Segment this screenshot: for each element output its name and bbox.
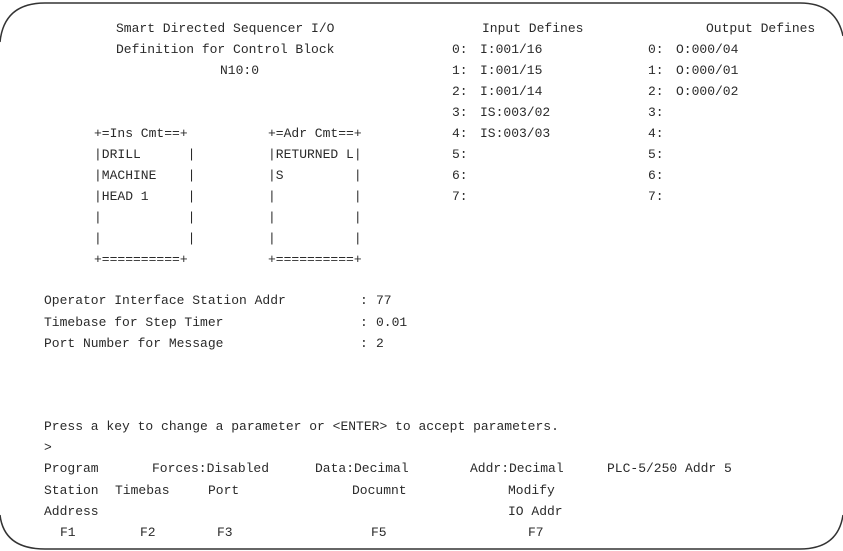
fkey-label: Station bbox=[44, 483, 99, 498]
fkey-label: Modify bbox=[508, 483, 555, 498]
output-define-index: 1: bbox=[648, 63, 664, 78]
input-define-index: 1: bbox=[452, 63, 468, 78]
adr-comment-line[interactable]: | | bbox=[268, 190, 362, 204]
param-separator: : bbox=[360, 293, 368, 308]
param-value[interactable]: 2 bbox=[376, 337, 384, 351]
adr-comment-bottom-border: +==========+ bbox=[268, 252, 362, 267]
output-define-address[interactable]: O:000/04 bbox=[676, 43, 738, 57]
param-label: Timebase for Step Timer bbox=[44, 315, 224, 330]
output-define-index: 7: bbox=[648, 189, 664, 204]
input-define-index: 0: bbox=[452, 42, 468, 57]
input-define-index: 6: bbox=[452, 168, 468, 183]
output-define-address[interactable]: O:000/02 bbox=[676, 85, 738, 99]
adr-comment-top-border: +=Adr Cmt==+ bbox=[268, 126, 362, 141]
ins-comment-top-border: +=Ins Cmt==+ bbox=[94, 126, 188, 141]
output-define-index: 5: bbox=[648, 147, 664, 162]
fkey-key[interactable]: F5 bbox=[371, 526, 387, 540]
status-plc: PLC-5/250 Addr 5 bbox=[607, 461, 732, 476]
fkey-key[interactable]: F3 bbox=[217, 526, 233, 540]
adr-comment-line[interactable]: | | bbox=[268, 232, 362, 246]
param-value[interactable]: 77 bbox=[376, 294, 392, 308]
ins-comment-line[interactable]: |DRILL | bbox=[94, 148, 195, 162]
fkey-label: Address bbox=[44, 504, 99, 519]
prompt-message: Press a key to change a parameter or <EN… bbox=[44, 419, 559, 434]
adr-comment-line[interactable]: |RETURNED L| bbox=[268, 148, 362, 162]
input-define-address[interactable]: I:001/14 bbox=[480, 85, 542, 99]
page-title: Smart Directed Sequencer I/O bbox=[116, 21, 335, 36]
input-define-index: 5: bbox=[452, 147, 468, 162]
output-defines-header: Output Defines bbox=[706, 21, 816, 36]
ins-comment-line[interactable]: |HEAD 1 | bbox=[94, 190, 195, 204]
adr-comment-line[interactable]: | | bbox=[268, 211, 362, 225]
status-forces: Forces:Disabled bbox=[152, 461, 270, 476]
input-define-address[interactable]: I:001/15 bbox=[480, 64, 542, 78]
input-define-index: 3: bbox=[452, 105, 468, 120]
output-define-index: 3: bbox=[648, 105, 664, 120]
output-define-address[interactable]: O:000/01 bbox=[676, 64, 738, 78]
fkey-label: Documnt bbox=[352, 483, 407, 498]
fkey-label: Port bbox=[208, 483, 240, 498]
input-defines-header: Input Defines bbox=[482, 21, 584, 36]
param-label: Port Number for Message bbox=[44, 336, 224, 351]
fkey-key[interactable]: F1 bbox=[60, 526, 76, 540]
ins-comment-bottom-border: +==========+ bbox=[94, 252, 188, 267]
output-define-index: 2: bbox=[648, 84, 664, 99]
ins-comment-line[interactable]: | | bbox=[94, 211, 195, 225]
fkey-label: IO Addr bbox=[508, 504, 563, 519]
status-mode: Program bbox=[44, 461, 99, 476]
command-cursor[interactable]: > bbox=[44, 441, 52, 455]
input-define-index: 2: bbox=[452, 84, 468, 99]
ins-comment-line[interactable]: |MACHINE | bbox=[94, 169, 195, 183]
status-data-radix: Data:Decimal bbox=[315, 461, 409, 476]
input-define-index: 7: bbox=[452, 189, 468, 204]
output-define-index: 0: bbox=[648, 42, 664, 57]
param-separator: : bbox=[360, 315, 368, 330]
status-addr-radix: Addr:Decimal bbox=[470, 461, 564, 476]
fkey-label: Timebas bbox=[115, 483, 170, 498]
input-define-index: 4: bbox=[452, 126, 468, 141]
ins-comment-line[interactable]: | | bbox=[94, 232, 195, 246]
input-define-address[interactable]: IS:003/02 bbox=[480, 106, 550, 120]
param-separator: : bbox=[360, 336, 368, 351]
control-block-address: N10:0 bbox=[220, 63, 260, 78]
input-define-address[interactable]: IS:003/03 bbox=[480, 127, 550, 141]
param-value[interactable]: 0.01 bbox=[376, 316, 407, 330]
input-define-address[interactable]: I:001/16 bbox=[480, 43, 542, 57]
fkey-key[interactable]: F2 bbox=[140, 526, 156, 540]
fkey-key[interactable]: F7 bbox=[528, 526, 544, 540]
adr-comment-line[interactable]: |S | bbox=[268, 169, 362, 183]
page-subtitle: Definition for Control Block bbox=[116, 42, 335, 57]
output-define-index: 4: bbox=[648, 126, 664, 141]
param-label: Operator Interface Station Addr bbox=[44, 293, 286, 308]
output-define-index: 6: bbox=[648, 168, 664, 183]
